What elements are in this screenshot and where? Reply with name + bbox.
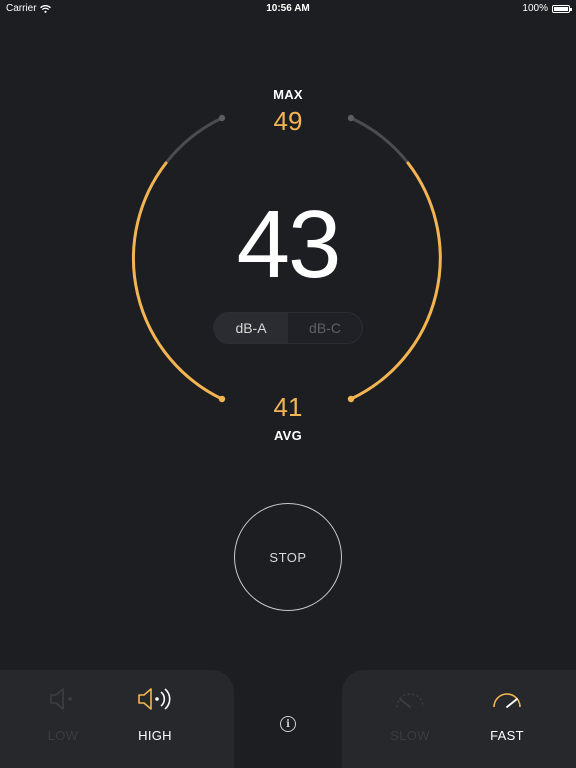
gauge-slow-icon	[393, 682, 427, 716]
sensitivity-low-label: LOW	[47, 728, 79, 743]
weighting-toggle[interactable]: dB-A dB-C	[213, 312, 363, 344]
info-icon[interactable]: i	[280, 716, 296, 732]
response-slow-button[interactable]: SLOW	[365, 682, 455, 752]
weighting-option-dbc[interactable]: dB-C	[288, 313, 362, 343]
sensitivity-low-button[interactable]: LOW	[18, 682, 108, 752]
gauge-fast-icon	[490, 682, 524, 716]
sensitivity-high-button[interactable]: HIGH	[110, 682, 200, 752]
speaker-high-icon	[136, 682, 174, 716]
avg-value: 41	[273, 392, 303, 422]
avg-label: AVG	[273, 428, 303, 443]
stop-button[interactable]: STOP	[234, 503, 342, 611]
speaker-low-icon	[48, 682, 78, 716]
response-slow-label: SLOW	[390, 728, 430, 743]
current-reading: 43	[236, 191, 342, 298]
response-fast-button[interactable]: FAST	[462, 682, 552, 752]
max-value: 49	[273, 106, 303, 136]
max-label: MAX	[273, 87, 303, 102]
sensitivity-high-label: HIGH	[138, 728, 172, 743]
weighting-option-dba[interactable]: dB-A	[214, 313, 288, 343]
response-fast-label: FAST	[490, 728, 524, 743]
